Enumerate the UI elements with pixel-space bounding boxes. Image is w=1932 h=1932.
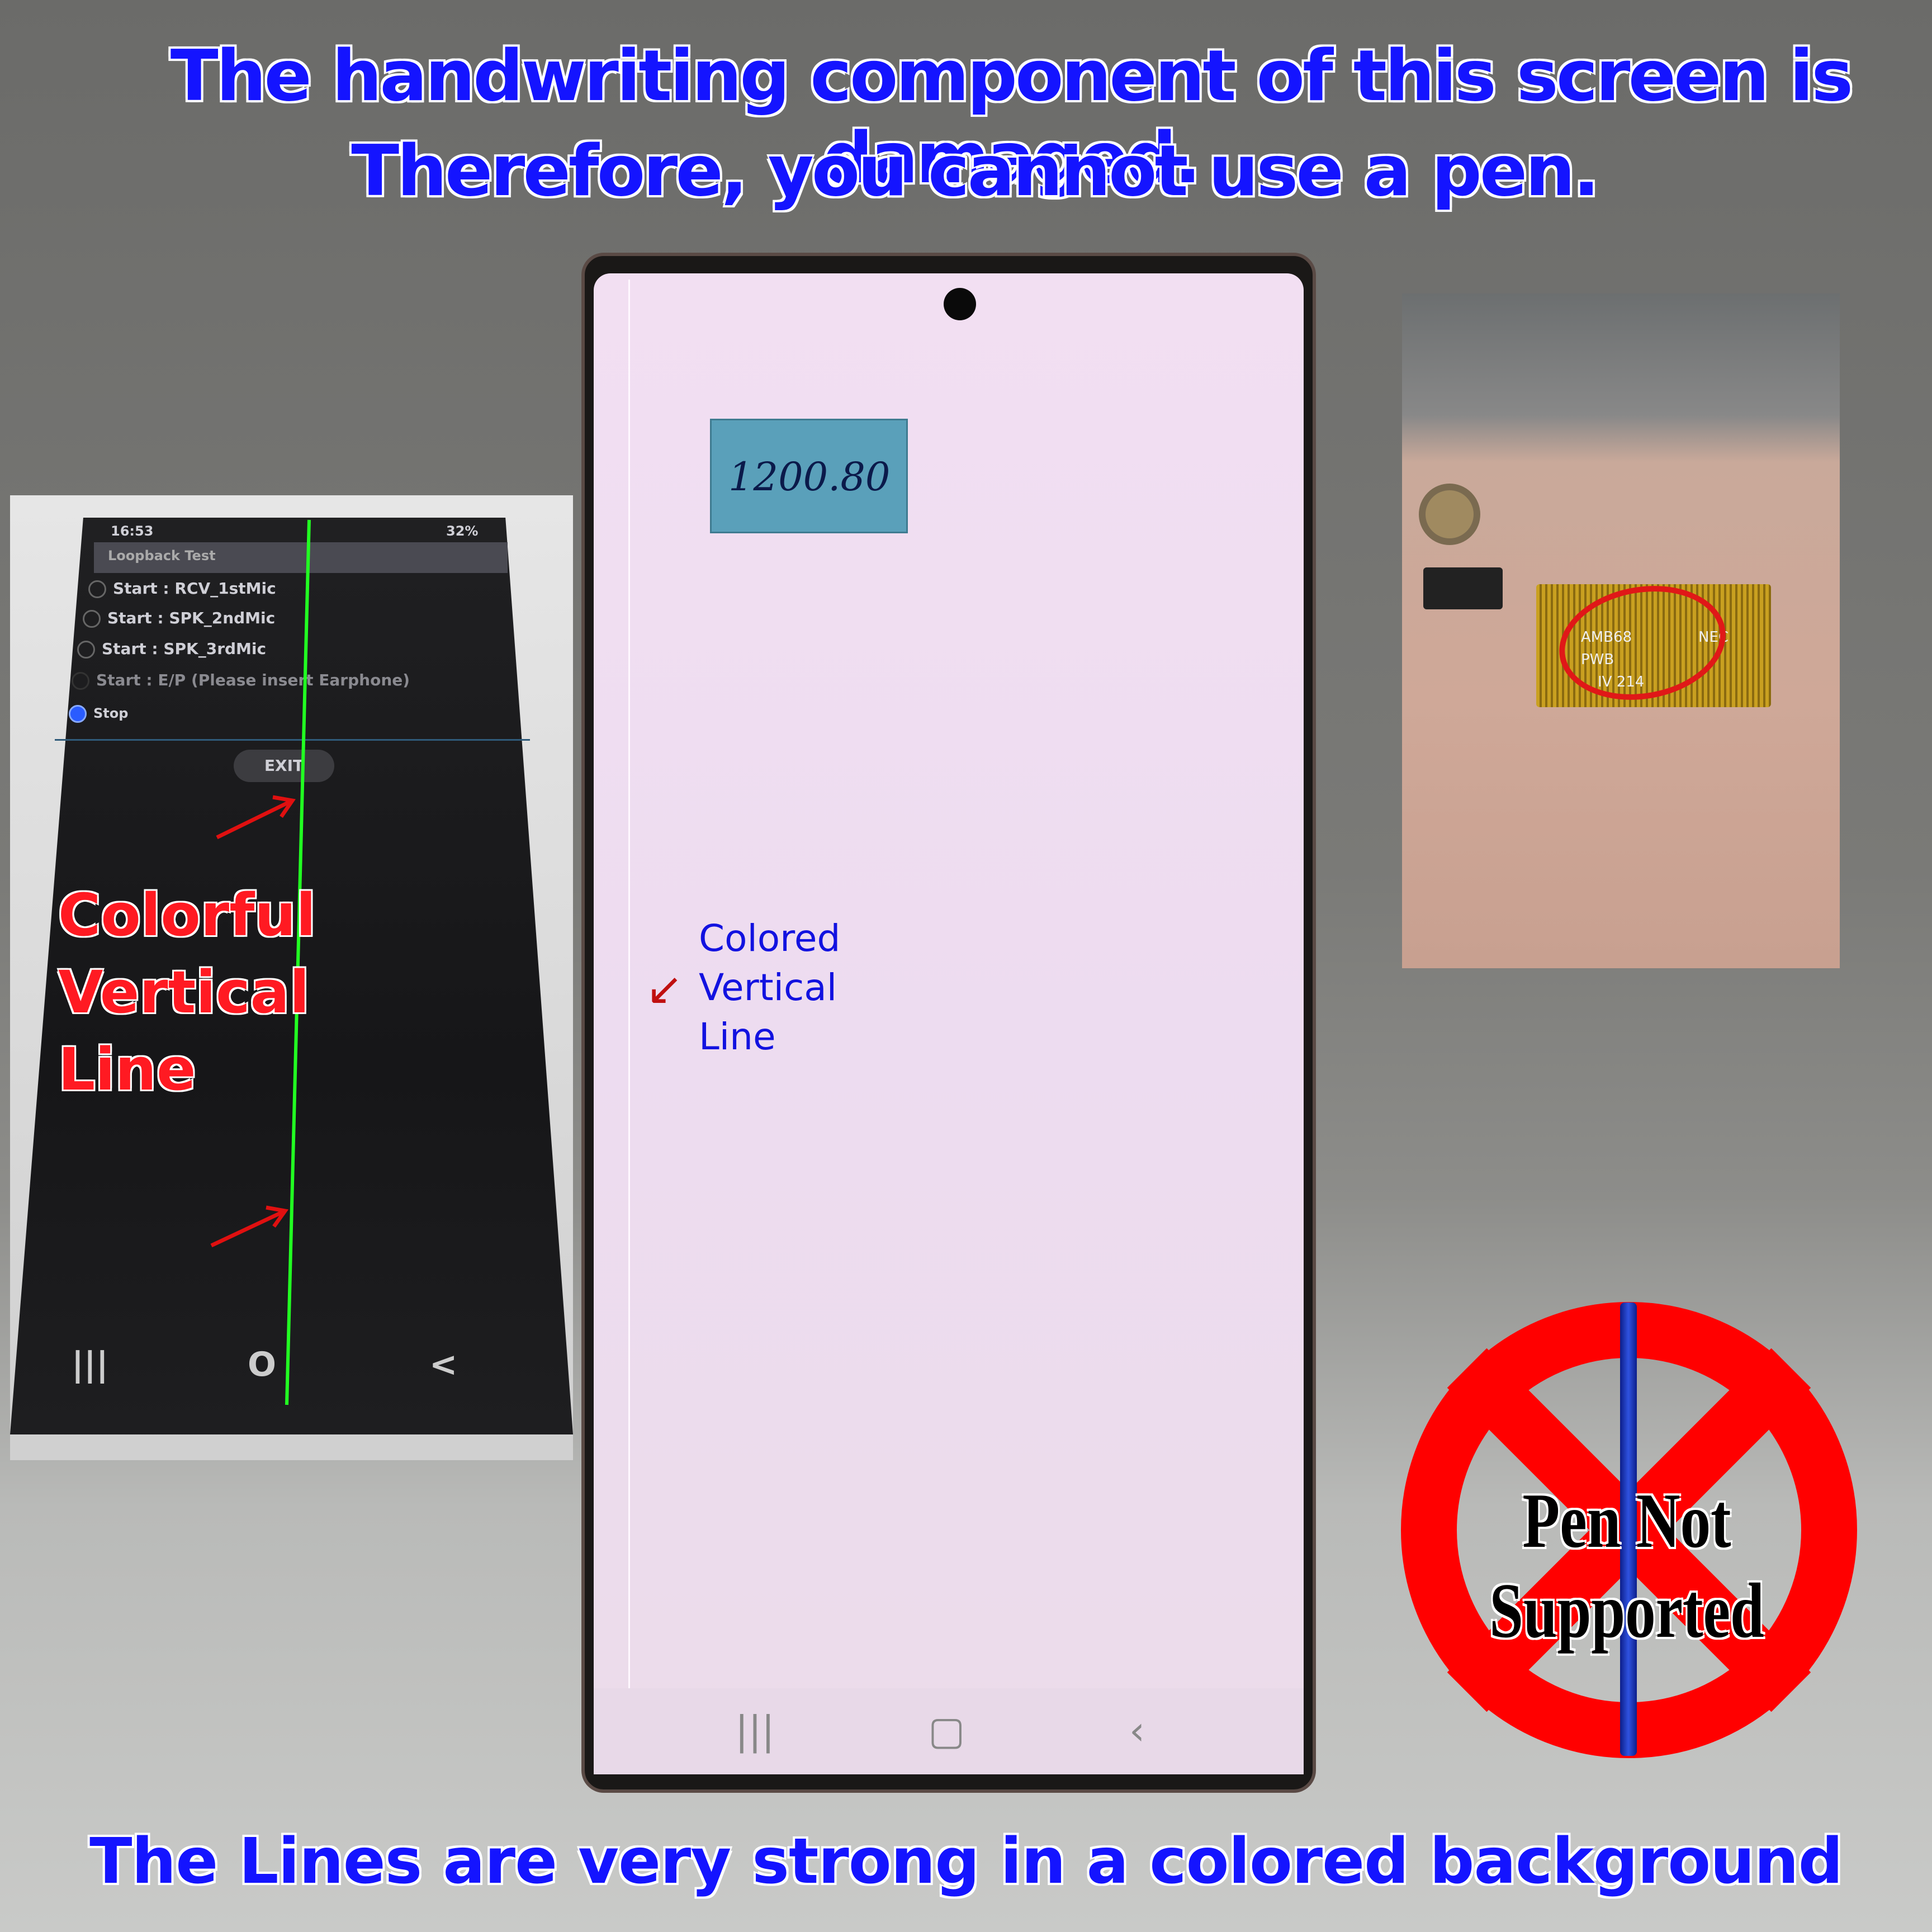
arrow-icon: ↙ [646, 963, 684, 1015]
sticker-text: 1200.80 [728, 454, 891, 500]
callout-line1: Colorful [58, 881, 316, 949]
inset-recent-icon: ||| [72, 1345, 108, 1384]
annotation-line1: Colored [699, 917, 841, 960]
left-inset-photo: 16:53 32% Loopback Test Start : RCV_1stM… [10, 495, 573, 1460]
recent-apps-icon[interactable]: ||| [735, 1708, 775, 1754]
pen-not-supported-text: Pen Not Supported [1489, 1478, 1764, 1654]
vertical-line-defect [628, 280, 630, 1767]
home-icon[interactable]: ▢ [928, 1708, 965, 1754]
callout-line2: Vertical [58, 958, 310, 1026]
inset-home-icon: O [248, 1345, 277, 1384]
back-icon[interactable]: ‹ [1129, 1708, 1145, 1754]
right-inset-photo: AMB68 PWB IV 214 NEC [1402, 293, 1840, 968]
red-arrow-bottom [210, 1209, 286, 1248]
callout-line3: Line [58, 1035, 196, 1104]
annotation-line3: Line [699, 1015, 776, 1058]
bottom-caption: The Lines are very strong in a colored b… [89, 1825, 1843, 1898]
sensor-module [1423, 567, 1503, 609]
headline-line2: Therefore, you cannot use a pen. [351, 130, 1600, 212]
red-arrow-top [216, 798, 293, 840]
annotation-line2: Vertical [699, 966, 837, 1009]
label-sticker: 1200.80 [710, 419, 908, 533]
front-camera [944, 288, 976, 320]
component-ring [1419, 484, 1480, 545]
inset-back-icon: < [429, 1345, 458, 1384]
